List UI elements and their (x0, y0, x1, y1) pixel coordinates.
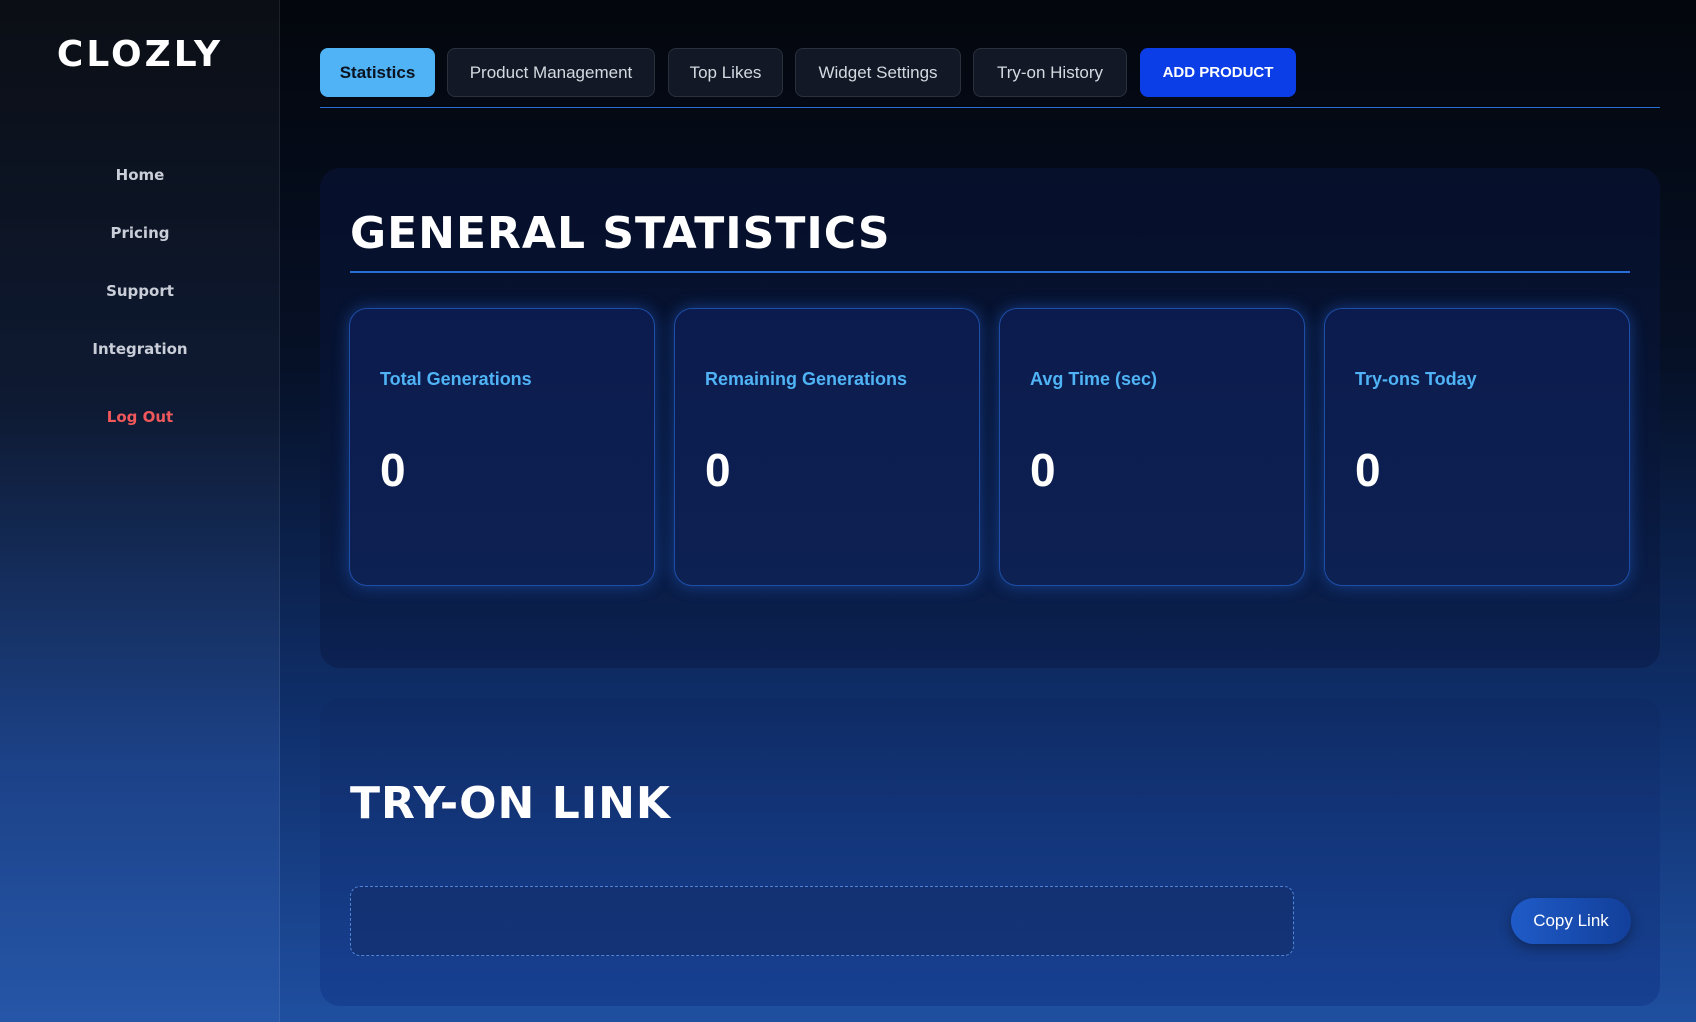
stat-card-try-ons-today: Try-ons Today 0 (1324, 308, 1630, 586)
try-on-link-card: TRY-ON LINK Copy Link (320, 698, 1660, 1006)
stat-value: 0 (1030, 444, 1056, 496)
sidebar-item-support[interactable]: Support (0, 276, 280, 334)
section-title-statistics: GENERAL STATISTICS (350, 208, 891, 259)
tab-statistics[interactable]: Statistics (320, 48, 435, 97)
stat-value: 0 (705, 444, 731, 496)
try-on-link-field[interactable] (350, 886, 1294, 956)
main-content: Statistics Product Management Top Likes … (320, 0, 1660, 1022)
sidebar: CLOZLY Home Pricing Support Integration … (0, 0, 280, 1022)
tab-bar: Statistics Product Management Top Likes … (320, 48, 1660, 108)
stat-card-remaining-generations: Remaining Generations 0 (674, 308, 980, 586)
stat-card-avg-time: Avg Time (sec) 0 (999, 308, 1305, 586)
sidebar-item-home[interactable]: Home (0, 160, 280, 218)
brand-logo[interactable]: CLOZLY (0, 34, 280, 75)
tab-product-management[interactable]: Product Management (447, 48, 655, 97)
stat-value: 0 (380, 444, 406, 496)
tab-try-on-history[interactable]: Try-on History (973, 48, 1127, 97)
stat-value: 0 (1355, 444, 1381, 496)
general-statistics-card: GENERAL STATISTICS Total Generations 0 R… (320, 168, 1660, 668)
add-product-button[interactable]: ADD PRODUCT (1140, 48, 1296, 97)
tab-top-likes[interactable]: Top Likes (668, 48, 783, 97)
stat-label: Try-ons Today (1355, 369, 1477, 389)
stat-label: Avg Time (sec) (1030, 369, 1158, 389)
section-title-try-on-link: TRY-ON LINK (350, 778, 672, 829)
sidebar-item-integration[interactable]: Integration (0, 334, 280, 392)
stat-card-total-generations: Total Generations 0 (349, 308, 655, 586)
stat-label: Total Generations (380, 369, 532, 389)
tab-widget-settings[interactable]: Widget Settings (795, 48, 961, 97)
copy-link-button[interactable]: Copy Link (1511, 898, 1631, 944)
sidebar-item-pricing[interactable]: Pricing (0, 218, 280, 276)
stat-label: Remaining Generations (705, 369, 908, 389)
sidebar-nav: Home Pricing Support Integration Log Out (0, 160, 280, 460)
logout-link[interactable]: Log Out (0, 402, 280, 460)
title-divider (350, 271, 1630, 273)
